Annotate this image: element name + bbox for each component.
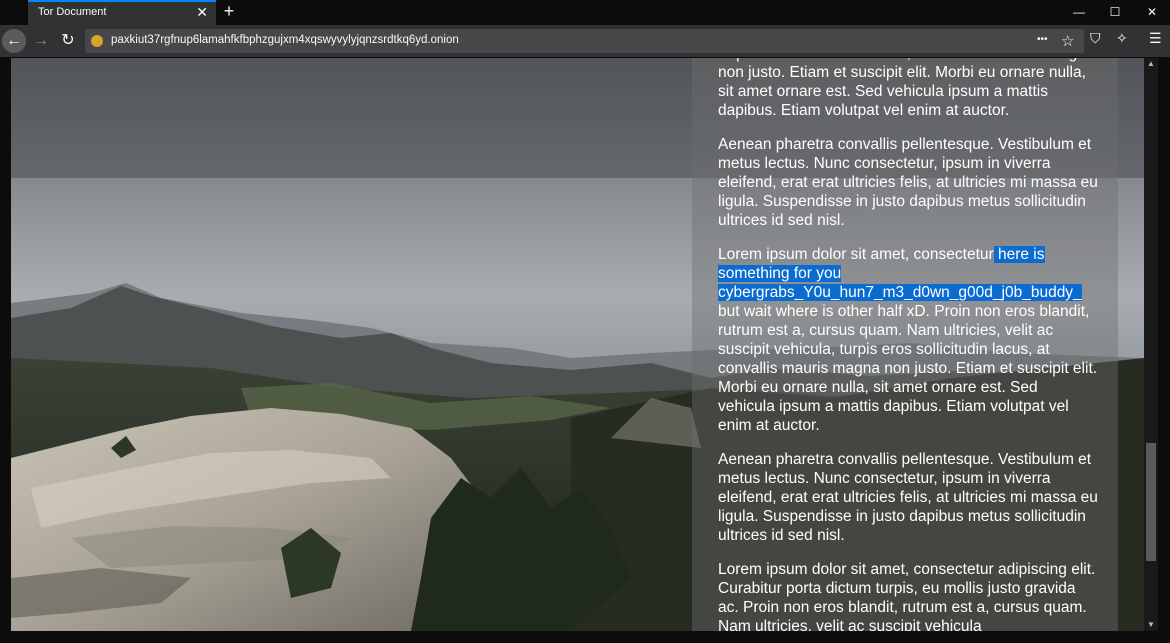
window-edge xyxy=(0,631,1170,643)
security-level-icon[interactable]: ✧ xyxy=(1116,30,1128,47)
paragraph-with-selection: Lorem ipsum dolor sit amet, consectetur … xyxy=(718,245,1098,435)
back-button[interactable]: ← xyxy=(2,29,26,53)
reload-button[interactable]: ↻ xyxy=(56,29,80,53)
tab-title: Tor Document xyxy=(38,6,107,18)
bookmark-star-icon[interactable]: ☆ xyxy=(1061,32,1074,50)
tab-tor-document[interactable]: Tor Document ✕ xyxy=(28,0,216,25)
window-edge xyxy=(1158,58,1170,643)
paragraph: turpis eros sollicitudin lacus, at conva… xyxy=(718,58,1094,119)
close-window-button[interactable]: ✕ xyxy=(1134,0,1170,25)
paragraph: Aenean pharetra convallis pellentesque. … xyxy=(718,451,1098,544)
scroll-up-arrow-icon[interactable]: ▲ xyxy=(1144,58,1158,70)
scrollbar-thumb[interactable] xyxy=(1146,443,1156,561)
paragraph-text-before: Lorem ipsum dolor sit amet, consectetur xyxy=(718,246,994,263)
minimize-button[interactable]: — xyxy=(1061,0,1097,25)
vertical-scrollbar[interactable]: ▲ ▼ xyxy=(1144,58,1158,631)
window-edge xyxy=(0,58,11,631)
maximize-button[interactable]: ☐ xyxy=(1097,0,1133,25)
close-tab-icon[interactable]: ✕ xyxy=(196,4,208,21)
url-bar[interactable]: paxkiut37rgfnup6lamahfkfbphzgujxm4xqswyv… xyxy=(85,29,1084,53)
new-tab-button[interactable]: + xyxy=(219,1,239,23)
article-text: turpis eros sollicitudin lacus, at conva… xyxy=(718,58,1098,631)
paragraph: Lorem ipsum dolor sit amet, consectetur … xyxy=(718,561,1096,631)
scroll-down-arrow-icon[interactable]: ▼ xyxy=(1144,619,1158,631)
url-text[interactable]: paxkiut37rgfnup6lamahfkfbphzgujxm4xqswyv… xyxy=(111,34,459,46)
paragraph-text-after: but wait where is other half xD. Proin n… xyxy=(718,303,1098,434)
tab-strip: Tor Document ✕ + — ☐ ✕ xyxy=(0,0,1170,25)
forward-button[interactable]: → xyxy=(29,29,53,53)
shield-icon[interactable]: ⛉ xyxy=(1090,30,1101,47)
onion-site-icon[interactable] xyxy=(91,35,103,47)
page-actions-icon[interactable]: ••• xyxy=(1037,34,1048,45)
page-content: turpis eros sollicitudin lacus, at conva… xyxy=(11,58,1144,631)
navigation-bar: ← → ↻ paxkiut37rgfnup6lamahfkfbphzgujxm4… xyxy=(0,25,1170,58)
paragraph: Aenean pharetra convallis pellentesque. … xyxy=(718,136,1098,229)
menu-icon[interactable]: ☰ xyxy=(1149,30,1162,47)
